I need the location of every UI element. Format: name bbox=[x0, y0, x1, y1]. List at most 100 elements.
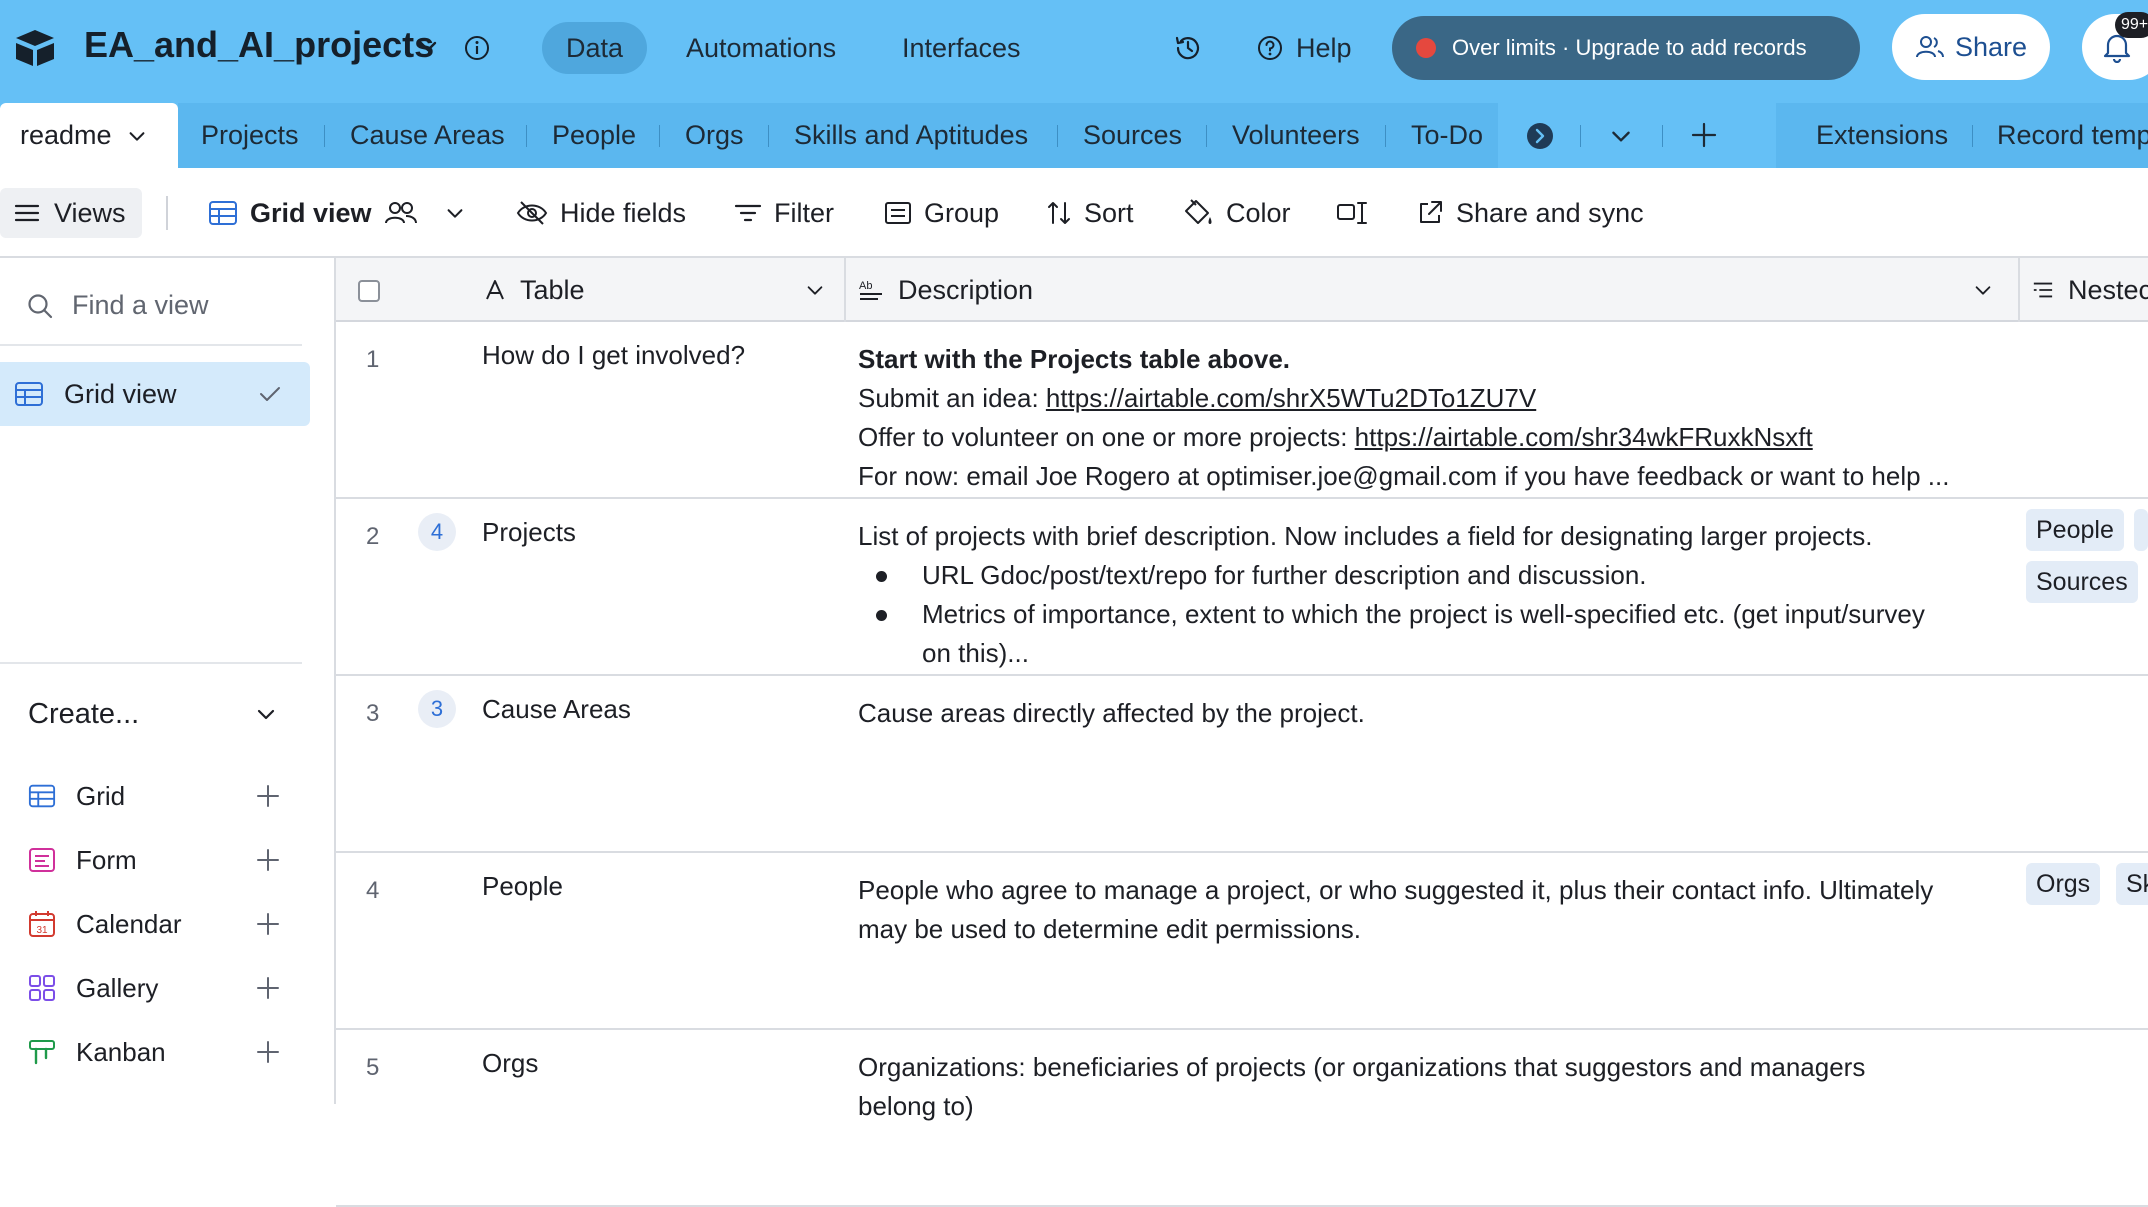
cell-description[interactable]: Cause areas directly affected by the pro… bbox=[858, 694, 2018, 733]
chevron-down-icon[interactable] bbox=[416, 34, 440, 58]
add-table-plus-icon[interactable] bbox=[1690, 121, 1718, 149]
desc-bullet: Metrics of importance, extent to which t… bbox=[858, 595, 2018, 634]
info-icon[interactable] bbox=[463, 34, 491, 62]
nav-interfaces[interactable]: Interfaces bbox=[878, 22, 1045, 74]
cell-table[interactable]: Projects bbox=[482, 517, 576, 548]
tab-skills-and-aptitudes[interactable]: Skills and Aptitudes bbox=[794, 103, 1028, 168]
table-row[interactable]: 4 People People who agree to manage a pr… bbox=[336, 853, 2148, 1030]
extensions-button[interactable]: Extensions bbox=[1816, 103, 1948, 168]
paint-bucket-icon bbox=[1185, 199, 1212, 224]
create-calendar-view[interactable]: 31 Calendar bbox=[28, 902, 280, 946]
eye-off-icon bbox=[516, 201, 548, 225]
share-and-sync-button[interactable]: Share and sync bbox=[1416, 168, 1644, 258]
tab-divider bbox=[768, 125, 769, 147]
group-button[interactable]: Group bbox=[884, 168, 999, 258]
help-button[interactable]: Help bbox=[1256, 22, 1352, 74]
cell-table[interactable]: Orgs bbox=[482, 1048, 538, 1079]
table-row[interactable]: 2 4 Projects List of projects with brief… bbox=[336, 499, 2148, 676]
linked-record-chip[interactable]: Sk bbox=[2116, 863, 2148, 905]
chevron-down-icon[interactable] bbox=[254, 702, 278, 726]
desc-text: People who agree to manage a project, or… bbox=[858, 875, 1934, 905]
create-section-title[interactable]: Create... bbox=[28, 698, 139, 731]
views-toggle-button[interactable]: Views bbox=[0, 188, 142, 238]
help-icon bbox=[1258, 36, 1282, 60]
linked-record-chip[interactable]: People bbox=[2026, 509, 2124, 551]
create-form-label: Form bbox=[76, 844, 137, 875]
select-all-checkbox[interactable] bbox=[358, 280, 380, 302]
tab-cause-areas[interactable]: Cause Areas bbox=[350, 103, 505, 168]
cell-description[interactable]: People who agree to manage a project, or… bbox=[858, 871, 2018, 949]
find-view-input[interactable]: Find a view bbox=[26, 290, 209, 321]
tab-sources[interactable]: Sources bbox=[1083, 103, 1182, 168]
plus-icon[interactable] bbox=[256, 912, 280, 936]
hide-fields-button[interactable]: Hide fields bbox=[516, 168, 686, 258]
tab-orgs[interactable]: Orgs bbox=[685, 103, 744, 168]
all-tables-chevron-icon[interactable] bbox=[1608, 123, 1634, 149]
column-label: Nestec bbox=[2067, 274, 2148, 305]
chevron-down-icon[interactable] bbox=[126, 125, 148, 147]
desc-text: List of projects with brief description.… bbox=[858, 521, 1873, 551]
nav-data[interactable]: Data bbox=[542, 22, 648, 74]
color-button[interactable]: Color bbox=[1182, 168, 1291, 258]
chevron-down-icon[interactable] bbox=[804, 279, 826, 301]
cell-table[interactable]: People bbox=[482, 871, 563, 902]
create-kanban-view[interactable]: Kanban bbox=[28, 1030, 280, 1074]
cell-table[interactable]: How do I get involved? bbox=[482, 340, 745, 371]
row-number: 3 bbox=[366, 700, 380, 727]
form-icon bbox=[29, 848, 55, 872]
column-header-description[interactable]: Ab Description bbox=[858, 258, 2008, 322]
plus-icon[interactable] bbox=[256, 848, 280, 872]
divider bbox=[0, 662, 302, 664]
linked-record-chip[interactable] bbox=[2134, 509, 2148, 551]
sidebar-view-label: Grid view bbox=[64, 378, 177, 409]
row-height-button[interactable] bbox=[1336, 168, 1368, 258]
tab-projects[interactable]: Projects bbox=[201, 103, 299, 168]
share-button[interactable]: Share bbox=[1892, 14, 2050, 80]
nav-automations[interactable]: Automations bbox=[662, 22, 860, 74]
create-grid-label: Grid bbox=[76, 780, 126, 811]
chevron-down-icon[interactable] bbox=[444, 202, 466, 224]
grid-icon bbox=[209, 201, 237, 225]
tab-readme[interactable]: readme bbox=[0, 103, 178, 168]
create-grid-view[interactable]: Grid bbox=[28, 774, 280, 818]
cell-description[interactable]: List of projects with brief description.… bbox=[858, 517, 2018, 673]
more-tabs-icon[interactable] bbox=[1527, 123, 1553, 149]
cell-table[interactable]: Cause Areas bbox=[482, 694, 631, 725]
volunteer-link[interactable]: https://airtable.com/shr34wkFRuxkNsxft bbox=[1355, 422, 1813, 452]
grid-icon bbox=[15, 382, 43, 406]
comment-count-badge[interactable]: 4 bbox=[418, 513, 456, 551]
cell-description[interactable]: Start with the Projects table above. Sub… bbox=[858, 340, 2018, 496]
history-icon[interactable] bbox=[1172, 32, 1204, 64]
comment-count-badge[interactable]: 3 bbox=[418, 690, 456, 728]
tab-divider bbox=[1385, 125, 1386, 147]
color-label: Color bbox=[1226, 197, 1291, 228]
linked-record-chip[interactable]: Orgs bbox=[2026, 863, 2101, 905]
plus-icon[interactable] bbox=[256, 976, 280, 1000]
submit-idea-link[interactable]: https://airtable.com/shrX5WTu2DTo1ZU7V bbox=[1046, 383, 1536, 413]
view-switcher[interactable]: Grid view bbox=[208, 168, 466, 258]
airtable-logo-icon[interactable] bbox=[12, 26, 58, 70]
table-row[interactable]: 5 Orgs Organizations: beneficiaries of p… bbox=[336, 1030, 2148, 1207]
sort-button[interactable]: Sort bbox=[1046, 168, 1134, 258]
plus-icon[interactable] bbox=[256, 1040, 280, 1064]
plus-icon[interactable] bbox=[256, 784, 280, 808]
table-row[interactable]: 1 How do I get involved? Start with the … bbox=[336, 322, 2148, 499]
record-templates-button[interactable]: Record temp bbox=[1997, 103, 2148, 168]
create-gallery-view[interactable]: Gallery bbox=[28, 966, 280, 1010]
linked-record-chip[interactable]: Sources bbox=[2026, 561, 2138, 603]
kanban-icon bbox=[29, 1040, 55, 1065]
column-header-nested[interactable]: Nestec bbox=[2032, 258, 2148, 322]
chevron-down-icon[interactable] bbox=[1972, 279, 1994, 301]
over-limits-banner[interactable]: Over limits · Upgrade to add records bbox=[1392, 16, 1860, 80]
tab-volunteers[interactable]: Volunteers bbox=[1232, 103, 1360, 168]
linked-records-icon bbox=[2033, 282, 2053, 298]
table-row[interactable]: 3 3 Cause Areas Cause areas directly aff… bbox=[336, 676, 2148, 853]
cell-description[interactable]: Organizations: beneficiaries of projects… bbox=[858, 1048, 2018, 1126]
base-title[interactable]: EA_and_AI_projects bbox=[84, 24, 434, 66]
tab-people[interactable]: People bbox=[552, 103, 636, 168]
column-header-table[interactable]: Table bbox=[484, 258, 844, 322]
tab-to-do[interactable]: To-Do bbox=[1411, 103, 1483, 168]
create-form-view[interactable]: Form bbox=[28, 838, 280, 882]
filter-button[interactable]: Filter bbox=[734, 168, 834, 258]
sidebar-view-grid[interactable]: Grid view bbox=[0, 362, 310, 426]
